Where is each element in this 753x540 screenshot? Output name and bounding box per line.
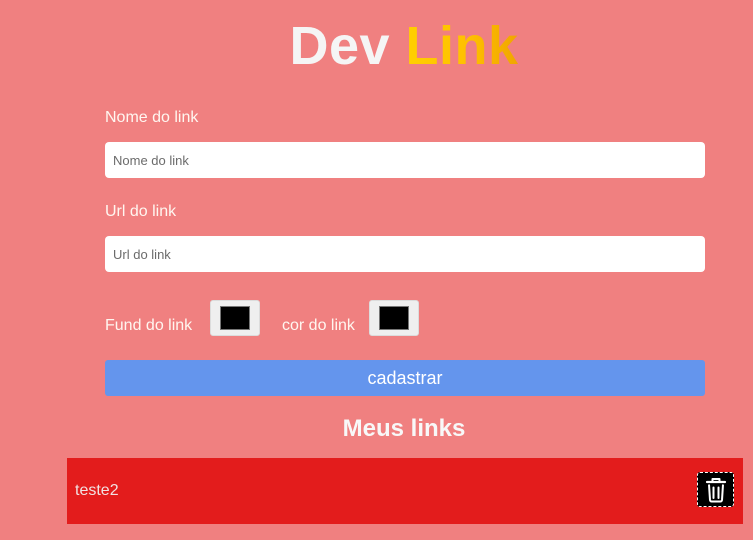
color-row: Fund do link cor do link bbox=[105, 300, 705, 340]
link-item[interactable]: teste2 bbox=[67, 458, 743, 524]
trash-icon bbox=[705, 477, 726, 502]
text-color-label: cor do link bbox=[282, 317, 355, 334]
link-item-label: teste2 bbox=[75, 482, 119, 499]
logo-link: Link bbox=[405, 16, 519, 76]
link-form: Nome do link Url do link Fund do link co… bbox=[105, 108, 705, 396]
url-input[interactable] bbox=[105, 236, 705, 272]
logo-dev: Dev bbox=[289, 16, 391, 76]
bg-color-swatch bbox=[220, 306, 250, 330]
delete-link-button[interactable] bbox=[697, 472, 734, 507]
url-label: Url do link bbox=[105, 203, 177, 220]
logo: Dev Link bbox=[0, 14, 753, 78]
text-color-swatch bbox=[379, 306, 409, 330]
bg-color-picker[interactable] bbox=[210, 300, 260, 336]
section-title: Meus links bbox=[342, 415, 466, 442]
name-input[interactable] bbox=[105, 142, 705, 178]
page: Dev Link Nome do link Url do link Fund d… bbox=[0, 0, 753, 540]
cadastrar-button[interactable]: cadastrar bbox=[105, 360, 705, 396]
text-color-picker[interactable] bbox=[369, 300, 419, 336]
name-label: Nome do link bbox=[105, 109, 199, 126]
bg-color-label: Fund do link bbox=[105, 317, 193, 334]
